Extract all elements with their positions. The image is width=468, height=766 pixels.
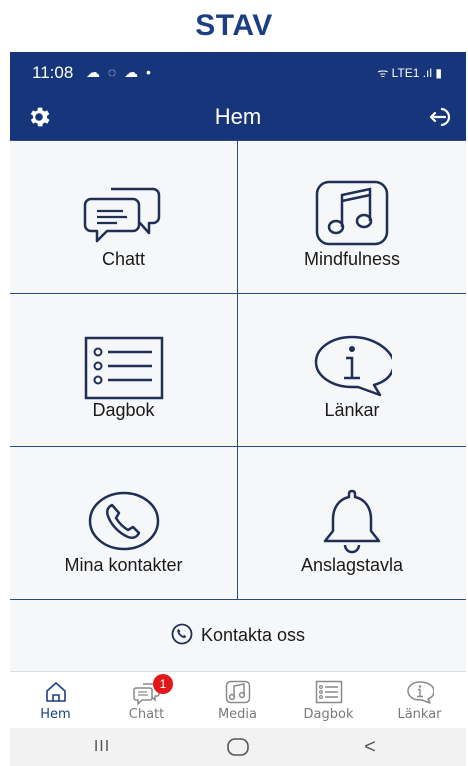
tile-label: Länkar: [324, 400, 380, 420]
tile-label: Dagbok: [92, 400, 155, 420]
tile-anslagstavla[interactable]: Anslagstavla: [238, 447, 466, 600]
nav-label: Dagbok: [303, 707, 354, 722]
page-title: Hem: [214, 104, 262, 129]
menu-grid: Chatt Mindfulness Dagbok Länkar Mina kon…: [10, 140, 466, 600]
contact-us-button[interactable]: Kontakta oss: [10, 599, 466, 671]
contact-us-label: Kontakta oss: [200, 625, 306, 645]
app-header: Hem: [10, 94, 466, 140]
status-time: 11:08: [32, 63, 74, 82]
tile-label: Mina kontakter: [64, 555, 183, 575]
music-note-icon: [225, 680, 250, 704]
phone-screen: 11:08 ☁ ◌ ☁ • ᯤ LTE1 .ıl ▮ Hem Chatt Min…: [10, 52, 466, 766]
bottom-nav: Hem 1 Chatt Media Dagbok Länkar: [10, 671, 466, 728]
system-nav-bar: III <: [10, 728, 466, 766]
status-notification-icons: ☁ ◌ ☁ •: [86, 64, 153, 80]
info-bubble-icon: [314, 335, 392, 397]
recents-button[interactable]: III: [72, 734, 132, 760]
nav-item-chatt[interactable]: 1 Chatt: [101, 672, 192, 729]
phone-icon: [171, 623, 193, 645]
list-icon: [84, 336, 163, 400]
bell-icon: [323, 489, 381, 554]
nav-label: Chatt: [128, 707, 165, 722]
home-button-icon[interactable]: [208, 734, 268, 760]
status-signal-icons: ᯤ LTE1 .ıl ▮: [377, 66, 442, 80]
tile-label: Anslagstavla: [300, 555, 404, 575]
nav-label: Media: [217, 707, 258, 722]
list-icon: [315, 680, 342, 704]
tile-label: Chatt: [101, 249, 146, 269]
unread-badge: 1: [153, 674, 173, 694]
tile-mina-kontakter[interactable]: Mina kontakter: [10, 447, 238, 600]
nav-item-dagbok[interactable]: Dagbok: [283, 672, 374, 729]
nav-label: Hem: [40, 707, 71, 722]
tile-mindfulness[interactable]: Mindfulness: [238, 141, 466, 294]
nav-label: Länkar: [397, 707, 442, 722]
app-title: STAV: [195, 9, 273, 42]
home-icon: [45, 682, 66, 702]
status-bar: 11:08 ☁ ◌ ☁ • ᯤ LTE1 .ıl ▮: [10, 52, 466, 94]
logout-icon[interactable]: [428, 106, 454, 128]
tile-dagbok[interactable]: Dagbok: [10, 294, 238, 447]
nav-item-media[interactable]: Media: [192, 672, 283, 729]
back-button[interactable]: <: [340, 734, 400, 760]
nav-item-hem[interactable]: Hem: [10, 672, 101, 729]
chat-bubbles-icon: [83, 187, 160, 243]
phone-icon: [88, 491, 159, 551]
nav-item-lankar[interactable]: Länkar: [374, 672, 465, 729]
tile-label: Mindfulness: [303, 249, 401, 269]
tile-lankar[interactable]: Länkar: [238, 294, 466, 447]
music-note-icon: [315, 180, 389, 246]
tile-chatt[interactable]: Chatt: [10, 141, 238, 294]
info-icon: [406, 681, 434, 704]
